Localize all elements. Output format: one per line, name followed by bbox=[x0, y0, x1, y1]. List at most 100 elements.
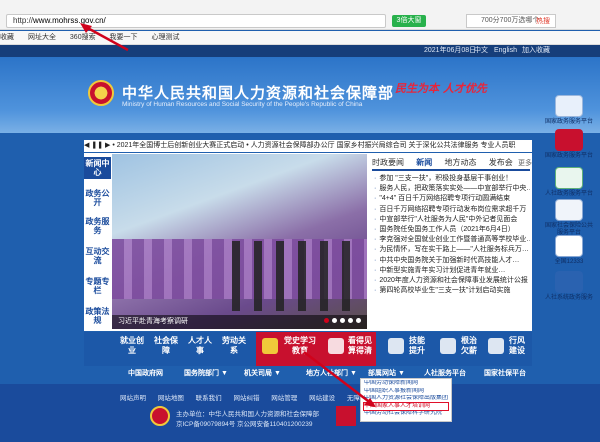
address-bar[interactable]: http://www.mohrss.gov.cn/ bbox=[6, 14, 386, 28]
service-talent[interactable]: 人才人事 bbox=[188, 336, 212, 356]
bookmark-bar: 收藏 网址大全 360搜索 我要一下 心理测试 bbox=[0, 31, 600, 45]
calculator-icon bbox=[328, 338, 344, 354]
service-labor[interactable]: 劳动关系 bbox=[222, 336, 246, 356]
news-item[interactable]: 为民情怀，写在实干路上——"人社服务标兵万… bbox=[374, 245, 530, 255]
dropdown-item[interactable]: 中国组织人事报新闻网 bbox=[364, 388, 448, 396]
link-local[interactable]: 地方人社部门 ▼ bbox=[306, 368, 357, 380]
news-item[interactable]: 国务院任免国务工作人员（2021年6月4日） bbox=[374, 225, 530, 235]
service-wage-arrears[interactable]: 根治欠薪 bbox=[458, 336, 480, 356]
service-social-security[interactable]: 社会保障 bbox=[154, 336, 178, 356]
carousel-dots[interactable] bbox=[321, 316, 361, 325]
news-item[interactable]: 中共中央国务院关于加强新时代高技能人才… bbox=[374, 256, 530, 266]
sidebar-label: 国家政务服务平台 bbox=[544, 119, 593, 125]
nav-gov-service[interactable]: 政务服务 bbox=[84, 217, 111, 235]
phone-icon bbox=[555, 235, 583, 257]
sidebar-social-insurance[interactable]: 国家社会保险公共服务平台 bbox=[544, 199, 594, 237]
nav-topics[interactable]: 专题专栏 bbox=[84, 277, 111, 295]
news-list: 参加 "三支一扶"，积极投身基层干事创业！ 服务人民，把政策落实实处——中宣部举… bbox=[374, 174, 530, 296]
link-state-council[interactable]: 国务院部门 ▼ bbox=[184, 368, 228, 380]
green-window-button[interactable]: 3倍大窗 bbox=[392, 15, 426, 27]
news-item[interactable]: 中宣部举行"人社服务为人民"中外记者见面会 bbox=[374, 215, 530, 225]
news-item[interactable]: 参加 "三支一扶"，积极投身基层干事创业！ bbox=[374, 174, 530, 184]
news-item[interactable]: 李克强对全国就业创业工作暨普通高等学校毕业… bbox=[374, 235, 530, 245]
insurance-icon bbox=[555, 199, 583, 221]
sidebar-label: 国家政务服务平台 bbox=[544, 153, 593, 159]
tab-politics[interactable]: 时政要闻 bbox=[372, 158, 404, 167]
sidebar-12333[interactable]: 全国12333 bbox=[544, 235, 594, 266]
link-bureaus[interactable]: 机关司局 ▼ bbox=[244, 368, 281, 380]
footer-host: 主办单位：中华人民共和国人力资源和社会保障部 bbox=[176, 411, 319, 418]
party-seal-icon bbox=[150, 406, 170, 426]
conduct-icon bbox=[488, 338, 504, 354]
footer-links: 网站声明 网站地图 联系我们 网站纠错 网站管理 网站建设 无障碍 bbox=[120, 392, 376, 402]
service-skill[interactable]: 技能提升 bbox=[406, 336, 428, 356]
bookmark-item[interactable]: 网址大全 bbox=[28, 34, 56, 41]
sidebar-label: 人社系统政务服务 bbox=[544, 295, 593, 301]
gov-platform-icon bbox=[555, 95, 583, 117]
news-item[interactable]: 服务人民，把政策落实实处——中宣部举行中央… bbox=[374, 184, 530, 194]
url-prefix: http:// bbox=[13, 16, 34, 25]
footer-link[interactable]: 联系我们 bbox=[196, 395, 222, 402]
link-social-security-platform[interactable]: 国家社保平台 bbox=[484, 368, 526, 380]
footer-link[interactable]: 网站地图 bbox=[158, 395, 184, 402]
footer-icp: 京ICP备09079894号 京公网安备110401200239 bbox=[176, 421, 313, 428]
footer-link[interactable]: 网站建设 bbox=[309, 395, 335, 402]
notice-ticker[interactable]: ◀ ❚❚ ▶ • 2021年全国博士后创新创业大赛正式启动 • 人力资源社会保障… bbox=[84, 140, 532, 152]
link-gov[interactable]: 中国政府网 bbox=[128, 368, 163, 380]
dropdown-item[interactable]: 中国人力资源社会保障出版集团 bbox=[364, 395, 448, 403]
current-date: 2021年06月08日 bbox=[424, 47, 477, 54]
add-favorite-link[interactable]: 加入收藏 bbox=[522, 45, 550, 57]
dropdown-item[interactable]: 中国劳动保障新闻网 bbox=[364, 380, 448, 388]
sidebar-gov-platform-2[interactable]: 国家政务服务平台 bbox=[544, 129, 594, 160]
skill-icon bbox=[388, 338, 404, 354]
footer-link[interactable]: 网站管理 bbox=[271, 395, 297, 402]
national-emblem-icon bbox=[88, 80, 114, 106]
news-item[interactable]: 百日千万网络招聘专项行动发布岗位需求超千万 bbox=[374, 205, 530, 215]
nav-news-center[interactable]: 新闻中心 bbox=[84, 157, 111, 179]
service-party-history[interactable]: 党史学习教育 bbox=[282, 336, 318, 356]
service-bar: 就业创业 社会保障 人才人事 劳动关系 党史学习教育 看得见 算得清 技能提升 … bbox=[84, 332, 532, 366]
wage-icon bbox=[440, 338, 456, 354]
service-conduct[interactable]: 行风建设 bbox=[506, 336, 528, 356]
system-icon bbox=[555, 271, 583, 293]
footer-link[interactable]: 网站声明 bbox=[120, 395, 146, 402]
dropdown-item-selected[interactable]: 中国国家人事人才培训网 bbox=[363, 401, 449, 412]
tab-news[interactable]: 新闻 bbox=[416, 158, 432, 167]
sidebar-hrss-system[interactable]: 人社系统政务服务 bbox=[544, 271, 594, 302]
slogan: 民生为本 人才优先 bbox=[395, 82, 487, 95]
bookmark-item[interactable]: 我要一下 bbox=[110, 34, 138, 41]
nav-interaction[interactable]: 互动交流 bbox=[84, 247, 111, 265]
news-item[interactable]: 2020年度人力资源和社会保障事业发展统计公报 bbox=[374, 276, 530, 286]
service-employment[interactable]: 就业创业 bbox=[120, 336, 144, 356]
affiliated-sites-dropdown: 中国劳动保障新闻网 中国组织人事报新闻网 中国人力资源社会保障出版集团 中国国家… bbox=[360, 378, 452, 422]
nav-policy[interactable]: 政策法规 bbox=[84, 307, 111, 325]
sidebar-label: 全国12333 bbox=[554, 259, 584, 265]
photo-people bbox=[232, 241, 362, 311]
lang-cn-link[interactable]: 中文 bbox=[474, 45, 488, 57]
url-host: www.mohrss.gov.cn/ bbox=[33, 16, 106, 25]
sidebar-hrss-platform[interactable]: 人社政务服务平台 bbox=[544, 167, 594, 198]
nav-gov-open[interactable]: 政务公开 bbox=[84, 189, 111, 207]
tab-local[interactable]: 地方动态 bbox=[444, 158, 476, 167]
more-link[interactable]: 更多 bbox=[518, 158, 532, 168]
bookmark-item[interactable]: 360搜索 bbox=[70, 34, 96, 41]
news-item[interactable]: "4+4" 百日千万网络招聘专项行动圆满结束 bbox=[374, 194, 530, 204]
gov-error-badge-icon[interactable] bbox=[336, 406, 356, 426]
news-photo[interactable]: 习近平赴青海考察调研 bbox=[112, 154, 367, 329]
bookmark-item[interactable]: 心理测试 bbox=[152, 34, 180, 41]
gov-badge-icon bbox=[555, 129, 583, 151]
hrss-platform-icon bbox=[555, 167, 583, 189]
footer-link[interactable]: 网站纠错 bbox=[233, 395, 259, 402]
bookmark-item[interactable]: 收藏 bbox=[0, 34, 14, 41]
service-calculate[interactable]: 看得见 算得清 bbox=[346, 336, 374, 356]
news-item[interactable]: 第四轮高校毕业生"三支一扶"计划启动实施 bbox=[374, 286, 530, 296]
dropdown-item[interactable]: 中国劳动社会保障科学研究院 bbox=[364, 410, 448, 418]
party-emblem-icon bbox=[262, 338, 278, 354]
site-title: 中华人民共和国人力资源和社会保障部 bbox=[122, 85, 395, 102]
tab-press[interactable]: 发布会 bbox=[489, 158, 513, 167]
news-tabs: 时政要闻 新闻 地方动态 发布会 bbox=[372, 156, 530, 171]
hot-search-label[interactable]: 热搜 bbox=[536, 16, 550, 26]
lang-en-link[interactable]: English bbox=[494, 45, 517, 57]
sidebar-gov-platform[interactable]: 国家政务服务平台 bbox=[544, 95, 594, 126]
news-item[interactable]: 中新型实施青年实习计划促进青年就业… bbox=[374, 266, 530, 276]
